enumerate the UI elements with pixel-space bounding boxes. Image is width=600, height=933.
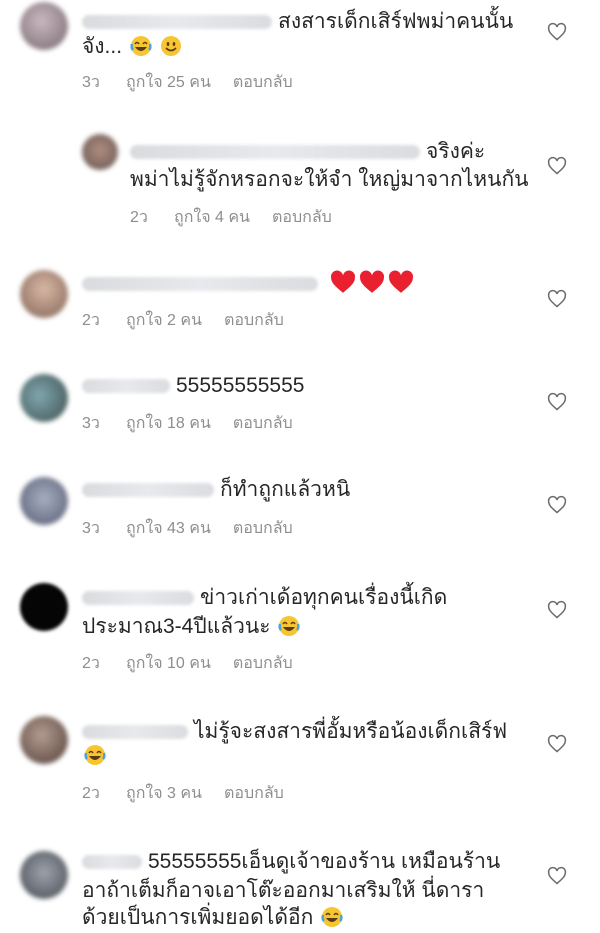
avatar[interactable] bbox=[20, 374, 68, 422]
comment-text-line-2: พม่าไม่รู้จักหรอกจะให้จำ ใหญ่มาจากไหนกัน bbox=[130, 164, 529, 195]
comment-line-2: พม่าไม่รู้จักหรอกจะให้จำ ใหญ่มาจากไหนกัน bbox=[130, 168, 529, 191]
comment-text-line-3: ด้วยเป็นการเพิ่มยอดได้อีก bbox=[82, 902, 343, 933]
comment-meta: 2ว ถูกใจ 3 คน ตอบกลับ bbox=[82, 781, 284, 806]
avatar[interactable] bbox=[20, 477, 68, 525]
avatar[interactable] bbox=[20, 583, 68, 631]
timestamp: 3ว bbox=[82, 520, 100, 537]
comment-text: ไม่รู้จะสงสารพี่อั้มหรือน้องเด็กเสิร์ฟ bbox=[82, 716, 507, 747]
likes-count[interactable]: ถูกใจ 10 คน bbox=[126, 651, 211, 676]
avatar[interactable] bbox=[20, 270, 68, 318]
like-heart-icon[interactable] bbox=[547, 392, 567, 412]
comment-text: ก็ทำถูกแล้วหนิ bbox=[82, 474, 350, 505]
likes-count[interactable]: ถูกใจ 25 คน bbox=[126, 70, 211, 95]
likes-count[interactable]: ถูกใจ 3 คน bbox=[126, 781, 202, 806]
comment-line-1: สงสารเด็กเสิร์ฟพม่าคนนั้น bbox=[278, 10, 514, 33]
comment-meta: 2ว ถูกใจ 10 คน ตอบกลับ bbox=[82, 651, 293, 676]
reply-button[interactable]: ตอบกลับ bbox=[233, 70, 293, 95]
laughing-tears-emoji-icon bbox=[278, 616, 300, 636]
reply-button[interactable]: ตอบกลับ bbox=[233, 516, 293, 541]
like-heart-icon[interactable] bbox=[547, 156, 567, 176]
comment-line-1: ไม่รู้จะสงสารพี่อั้มหรือน้องเด็กเสิร์ฟ bbox=[194, 720, 508, 743]
comment-text: ข่าวเก่าเด้อทุกคนเรื่องนี้เกิด bbox=[82, 582, 447, 613]
red-heart-emoji-icon bbox=[359, 270, 384, 293]
reply-button[interactable]: ตอบกลับ bbox=[272, 205, 332, 230]
like-heart-icon[interactable] bbox=[547, 22, 567, 42]
comment-line-2: อาถ้าเต็มก็อาจเอาโต๊ะออกมาเสริมให้ นี่ดา… bbox=[82, 879, 485, 902]
timestamp: 3ว bbox=[82, 74, 100, 91]
username-blurred[interactable] bbox=[82, 855, 142, 870]
reply-button[interactable]: ตอบกลับ bbox=[224, 308, 284, 333]
comment-line-1: ข่าวเก่าเด้อทุกคนเรื่องนี้เกิด bbox=[200, 586, 448, 609]
comment-line-1: 55555555เอ็นดูเจ้าของร้าน เหมือนร้าน bbox=[148, 850, 501, 873]
comment-text: 55555555555 bbox=[82, 370, 304, 401]
smiling-emoji-icon bbox=[160, 36, 181, 56]
username-blurred[interactable] bbox=[82, 483, 214, 498]
reply-button[interactable]: ตอบกลับ bbox=[224, 781, 284, 806]
reply-button[interactable]: ตอบกลับ bbox=[233, 651, 293, 676]
comment-text-line-2: ประมาณ3-4ปีแล้วนะ bbox=[82, 611, 300, 642]
likes-count[interactable]: ถูกใจ 2 คน bbox=[126, 308, 202, 333]
timestamp: 2ว bbox=[82, 312, 100, 329]
comment-meta: 3ว ถูกใจ 18 คน ตอบกลับ bbox=[82, 411, 293, 436]
like-heart-icon[interactable] bbox=[547, 734, 567, 754]
likes-count[interactable]: ถูกใจ 18 คน bbox=[126, 411, 211, 436]
timestamp: 2ว bbox=[82, 655, 100, 672]
avatar[interactable] bbox=[20, 2, 68, 50]
username-blurred[interactable] bbox=[82, 725, 188, 740]
timestamp: 2ว bbox=[130, 209, 148, 226]
comment-line-2: จัง... bbox=[82, 35, 123, 58]
comment-line-1: 55555555555 bbox=[176, 374, 305, 397]
red-heart-emoji-icon bbox=[330, 270, 355, 293]
like-heart-icon[interactable] bbox=[547, 289, 567, 309]
likes-count[interactable]: ถูกใจ 4 คน bbox=[174, 205, 250, 230]
comment-line-1: จริงค่ะ bbox=[426, 140, 486, 163]
avatar[interactable] bbox=[20, 716, 68, 764]
comment-line-1: ก็ทำถูกแล้วหนิ bbox=[220, 478, 351, 501]
comment-meta: 2ว ถูกใจ 4 คน ตอบกลับ bbox=[130, 205, 332, 230]
comment-text-line-2 bbox=[82, 740, 106, 771]
comment-line-3: ด้วยเป็นการเพิ่มยอดได้อีก bbox=[82, 906, 314, 929]
username-blurred[interactable] bbox=[82, 379, 170, 394]
likes-count[interactable]: ถูกใจ 43 คน bbox=[126, 516, 211, 541]
timestamp: 2ว bbox=[82, 785, 100, 802]
comment-meta: 3ว ถูกใจ 43 คน ตอบกลับ bbox=[82, 516, 293, 541]
comment-line-2: ประมาณ3-4ปีแล้วนะ bbox=[82, 615, 271, 638]
timestamp: 3ว bbox=[82, 415, 100, 432]
like-heart-icon[interactable] bbox=[547, 600, 567, 620]
like-heart-icon[interactable] bbox=[547, 866, 567, 886]
comment-text: จริงค่ะ bbox=[130, 136, 485, 167]
username-blurred[interactable] bbox=[82, 591, 194, 606]
avatar[interactable] bbox=[20, 851, 68, 899]
laughing-tears-emoji-icon bbox=[321, 907, 343, 927]
comment-text-line-2: จัง... bbox=[82, 31, 182, 62]
laughing-tears-emoji-icon bbox=[84, 745, 106, 765]
username-blurred[interactable] bbox=[130, 145, 420, 160]
username-blurred[interactable] bbox=[82, 15, 272, 30]
avatar[interactable] bbox=[82, 134, 118, 170]
comment-text bbox=[82, 268, 417, 299]
laughing-tears-emoji-icon bbox=[130, 36, 152, 56]
comment-meta: 3ว ถูกใจ 25 คน ตอบกลับ bbox=[82, 70, 293, 95]
like-heart-icon[interactable] bbox=[547, 495, 567, 515]
comment-text: 55555555เอ็นดูเจ้าของร้าน เหมือนร้าน bbox=[82, 846, 500, 877]
username-blurred[interactable] bbox=[82, 277, 318, 292]
red-heart-emoji-icon bbox=[388, 270, 413, 293]
reply-button[interactable]: ตอบกลับ bbox=[233, 411, 293, 436]
comment-meta: 2ว ถูกใจ 2 คน ตอบกลับ bbox=[82, 308, 284, 333]
